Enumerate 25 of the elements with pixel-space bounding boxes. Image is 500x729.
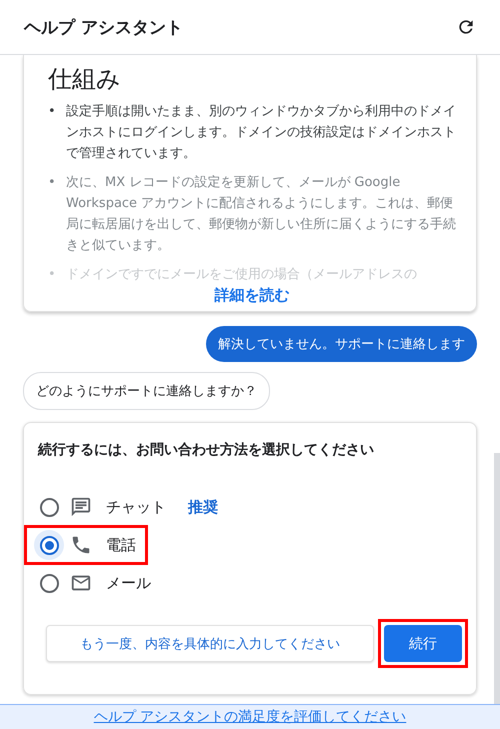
bullet-marker: • xyxy=(48,103,57,121)
feedback-link[interactable]: ヘルプ アシスタントの満足度を評価してください xyxy=(94,708,406,726)
bullet-marker: • xyxy=(48,174,57,192)
assistant-message: どのようにサポートに連絡しますか？ xyxy=(23,372,270,410)
chat-icon xyxy=(70,496,92,518)
recommended-label: 推奨 xyxy=(188,498,218,516)
radio-button[interactable] xyxy=(40,574,58,592)
option-label: チャット xyxy=(106,498,166,516)
read-more-link[interactable]: 詳細を読む xyxy=(214,285,290,305)
bullet-text: 次に、MX レコードの設定を更新して、メールが Google Workspace アカウントに配信されるようにします。これは、郵便局に転居届けを出して、郵便物が新しい住所に届くようにする手続きと似ています。 xyxy=(66,174,456,255)
contact-prompt: 続行するには、お問い合わせ方法を選択してください xyxy=(38,441,375,459)
phone-icon xyxy=(70,534,92,556)
article-heading: 仕組み xyxy=(48,64,122,95)
option-label: 電話 xyxy=(106,536,136,554)
bullet-text: 設定手順は開いたまま、別のウィンドウかタブから利用中のドメインホストにログインします。ドメインの技術設定はドメインホストで管理されています。 xyxy=(66,103,456,163)
scrollbar[interactable] xyxy=(494,453,500,704)
bullet-marker: • xyxy=(48,266,57,284)
radio-button[interactable] xyxy=(40,536,58,554)
retry-button[interactable]: もう一度、内容を具体的に入力してください xyxy=(46,625,374,662)
continue-button[interactable]: 続行 xyxy=(384,625,462,662)
user-message: 解決していません。サポートに連絡します xyxy=(206,326,477,362)
option-label: メール xyxy=(106,574,151,592)
bullet-text: ドメインですでにメールをご使用の場合（メールアドレスの xyxy=(66,266,417,284)
header-title: ヘルプ アシスタント xyxy=(24,16,183,38)
radio-button[interactable] xyxy=(40,498,58,516)
